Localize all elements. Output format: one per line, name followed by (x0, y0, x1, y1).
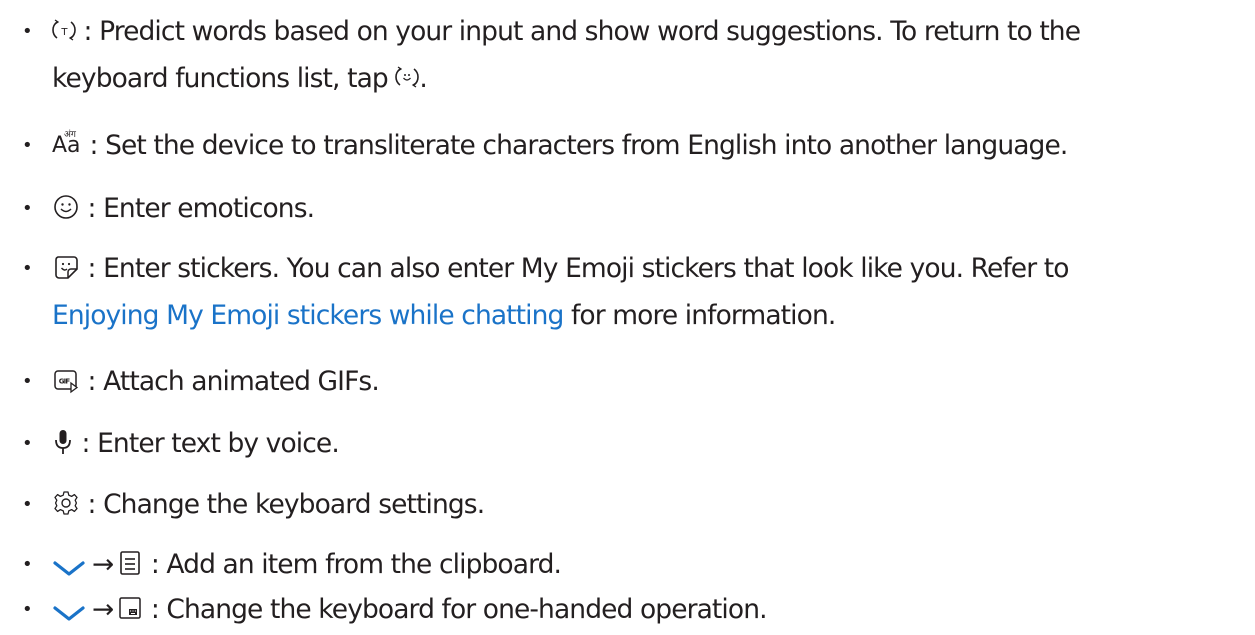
sticker-icon (52, 253, 80, 281)
one-handed-keyboard-icon (117, 594, 143, 622)
bullet: • (22, 135, 33, 156)
bullet: • (22, 433, 33, 454)
bullet: • (22, 554, 33, 575)
item-text: : Attach animated GIFs. (87, 366, 380, 397)
chevron-down-icon (52, 603, 86, 623)
bullet: • (22, 371, 33, 392)
bullet: • (22, 599, 33, 620)
predictive-text-icon: T (52, 15, 76, 45)
chevron-down-icon (52, 558, 86, 578)
item-text: : Change the keyboard for one-handed ope… (150, 594, 768, 625)
microphone-icon (52, 428, 74, 456)
gif-icon: GIF (52, 366, 80, 394)
item-text: : Predict words based on your input and … (83, 16, 1081, 47)
item-text: . (419, 63, 427, 94)
item-text: for more information. (563, 300, 836, 331)
arrow: → (92, 549, 114, 580)
keyboard-functions-icon (395, 62, 420, 92)
item-text: : Enter text by voice. (81, 428, 340, 459)
item-text: : Change the keyboard settings. (87, 489, 486, 520)
item-text: : Enter stickers. You can also enter My … (87, 253, 1070, 284)
bullet: • (22, 198, 33, 219)
item-text: : Set the device to transliterate charac… (89, 130, 1069, 161)
emoticon-icon (52, 193, 80, 221)
item-text: : Enter emoticons. (87, 193, 316, 224)
item-text: keyboard functions list, tap (52, 63, 396, 94)
svg-text:T: T (60, 27, 68, 38)
bullet: • (22, 21, 33, 42)
keyboard-functions-list: • T : Predict words based on your input … (0, 0, 1255, 625)
clipboard-icon (117, 549, 143, 577)
settings-gear-icon (52, 489, 80, 517)
item-text: : Add an item from the clipboard. (150, 549, 562, 580)
bullet: • (22, 494, 33, 515)
svg-text:GIF: GIF (59, 377, 71, 385)
bullet: • (22, 258, 33, 279)
transliterate-icon: अंग Aa (52, 129, 81, 158)
arrow: → (92, 594, 114, 625)
enjoying-my-emoji-link[interactable]: Enjoying My Emoji stickers while chattin… (52, 300, 564, 331)
